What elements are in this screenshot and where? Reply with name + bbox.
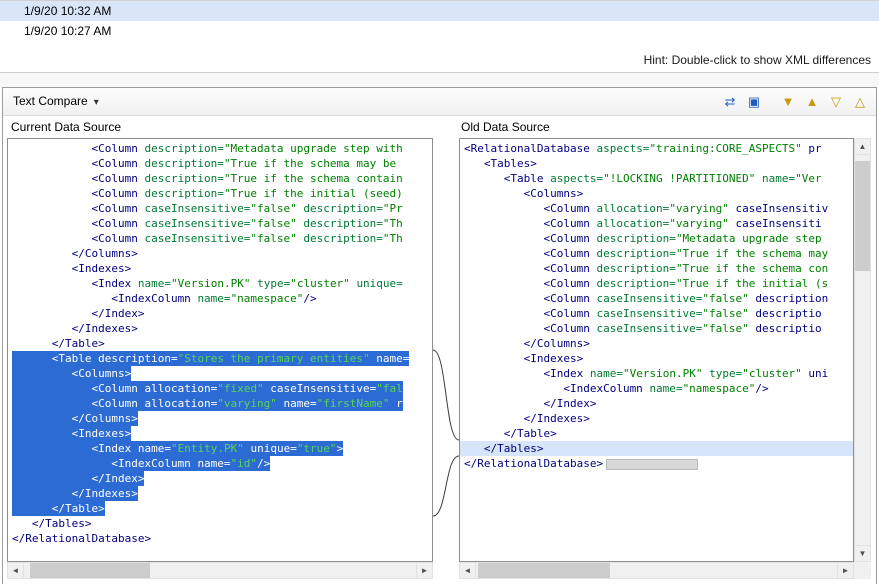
history-list: 1/9/20 10:32 AM 1/9/20 10:27 AM	[0, 1, 879, 41]
left-pane-title: Current Data Source	[11, 120, 121, 134]
pane-headers: Current Data Source Old Data Source	[3, 116, 876, 138]
swap-left-right-icon: ⇄	[725, 94, 736, 109]
code-line: <Column description="Metadata upgrade st…	[12, 141, 432, 156]
code-line: <Column caseInsensitive="false" descript…	[12, 216, 432, 231]
next-change-button[interactable]: ▽	[824, 91, 848, 113]
previous-difference-icon: ▲	[806, 94, 819, 109]
history-row[interactable]: 1/9/20 10:27 AM	[0, 21, 879, 41]
code-line: <Index name="Entity.PK" unique="true">	[12, 441, 432, 456]
code-line: <Indexes>	[12, 426, 432, 441]
compare-editor-window: 1/9/20 10:32 AM 1/9/20 10:27 AM Hint: Do…	[0, 0, 879, 584]
code-line: <Indexes>	[12, 261, 432, 276]
code-line: <Column allocation="fixed" caseInsensiti…	[12, 381, 432, 396]
scroll-left-icon[interactable]: ◄	[8, 563, 24, 578]
code-line: </Table>	[464, 426, 853, 441]
code-line: </RelationalDatabase>	[12, 531, 432, 546]
next-difference-icon: ▼	[782, 94, 795, 109]
code-line: <RelationalDatabase aspects="training:CO…	[464, 141, 853, 156]
previous-change-button[interactable]: △	[848, 91, 872, 113]
code-line: </Table>	[12, 336, 432, 351]
code-line: </Indexes>	[12, 486, 432, 501]
code-line: <IndexColumn name="id"/>	[12, 456, 432, 471]
code-line: </Index>	[12, 471, 432, 486]
code-line: <Column description="True if the initial…	[464, 276, 853, 291]
copy-all-right-to-left-icon: ▣	[748, 94, 760, 109]
code-line: <Column description="Metadata upgrade st…	[464, 231, 853, 246]
scrollbar-corner	[854, 562, 871, 579]
copy-all-right-to-left-button[interactable]: ▣	[742, 91, 766, 113]
code-line: </Indexes>	[464, 411, 853, 426]
compare-viewer: Text Compare ▾ ⇄ ▣ ▼ ▲ ▽ △ Current Data Source…	[2, 87, 877, 584]
code-line: <IndexColumn name="namespace"/>	[464, 381, 853, 396]
hint-text: Hint: Double-click to show XML differenc…	[644, 53, 871, 67]
right-pane-title: Old Data Source	[461, 120, 550, 134]
code-line: <Columns>	[464, 186, 853, 201]
code-line: <Column allocation="varying" caseInsensi…	[464, 216, 853, 231]
code-line: <Column description="True if the schema …	[12, 156, 432, 171]
history-timestamp: 1/9/20 10:32 AM	[24, 4, 111, 18]
code-line: <Table aspects="!LOCKING !PARTITIONED" n…	[464, 171, 853, 186]
compare-toolbar-buttons: ⇄ ▣ ▼ ▲ ▽ △	[718, 90, 872, 114]
compare-mode-label: Text Compare	[13, 94, 88, 108]
code-line: <Column description="True if the initial…	[12, 186, 432, 201]
right-horizontal-scrollbar-thumb[interactable]	[478, 563, 610, 578]
code-line: <IndexColumn name="namespace"/>	[12, 291, 432, 306]
code-line: <Column caseInsensitive="false" descript…	[12, 231, 432, 246]
next-difference-button[interactable]: ▼	[776, 91, 800, 113]
left-pane-code[interactable]: <Column description="Metadata upgrade st…	[7, 138, 433, 562]
diff-connector-gutter	[433, 138, 459, 562]
diff-connector-curves	[433, 138, 459, 562]
code-line: </Indexes>	[12, 321, 432, 336]
code-line: <Indexes>	[464, 351, 853, 366]
scroll-right-icon[interactable]: ►	[416, 563, 432, 578]
vertical-scrollbar-thumb[interactable]	[855, 161, 870, 271]
code-line: </Tables>	[460, 441, 853, 456]
next-change-icon: ▽	[831, 94, 841, 109]
scroll-up-icon[interactable]: ▲	[855, 139, 870, 155]
compare-mode-dropdown[interactable]: Text Compare ▾	[13, 94, 99, 108]
code-line: </Index>	[12, 306, 432, 321]
code-line: <Column description="True if the schema …	[464, 261, 853, 276]
code-line: </Tables>	[12, 516, 432, 531]
code-line: <Columns>	[12, 366, 432, 381]
code-line: <Column caseInsensitive="false" descript…	[464, 291, 853, 306]
code-line: <Column caseInsensitive="false" descript…	[12, 201, 432, 216]
scroll-down-icon[interactable]: ▼	[855, 545, 870, 561]
code-line: <Column caseInsensitive="false" descript…	[464, 306, 853, 321]
section-divider	[0, 73, 879, 87]
chevron-down-icon: ▾	[94, 97, 99, 108]
right-pane-code[interactable]: <RelationalDatabase aspects="training:CO…	[459, 138, 854, 562]
code-line: </RelationalDatabase>	[464, 456, 853, 471]
swap-left-right-button[interactable]: ⇄	[718, 91, 742, 113]
code-line: <Tables>	[464, 156, 853, 171]
code-line: <Index name="Version.PK" type="cluster" …	[464, 366, 853, 381]
history-row[interactable]: 1/9/20 10:32 AM	[0, 1, 879, 21]
code-line: </Columns>	[464, 336, 853, 351]
vertical-scrollbar[interactable]: ▲ ▼	[854, 138, 871, 562]
history-timestamp: 1/9/20 10:27 AM	[24, 24, 111, 38]
empty-range-marker	[606, 459, 698, 470]
code-line: <Column allocation="varying" caseInsensi…	[464, 201, 853, 216]
hint-bar: Hint: Double-click to show XML differenc…	[0, 41, 879, 73]
previous-difference-button[interactable]: ▲	[800, 91, 824, 113]
previous-change-icon: △	[855, 94, 865, 109]
code-line: <Column caseInsensitive="false" descript…	[464, 321, 853, 336]
code-line: </Columns>	[12, 246, 432, 261]
code-line: <Column allocation="varying" name="first…	[12, 396, 432, 411]
code-line: <Column description="True if the schema …	[12, 171, 432, 186]
right-horizontal-scrollbar[interactable]: ◄ ►	[459, 562, 854, 579]
code-line: </Index>	[464, 396, 853, 411]
code-line: <Table description="Stores the primary e…	[12, 351, 432, 366]
code-line: </Table>	[12, 501, 432, 516]
code-line: <Index name="Version.PK" type="cluster" …	[12, 276, 432, 291]
left-horizontal-scrollbar[interactable]: ◄ ►	[7, 562, 433, 579]
left-horizontal-scrollbar-thumb[interactable]	[30, 563, 150, 578]
compare-toolbar: Text Compare ▾ ⇄ ▣ ▼ ▲ ▽ △	[3, 88, 876, 116]
scroll-right-icon[interactable]: ►	[837, 563, 853, 578]
code-line: </Columns>	[12, 411, 432, 426]
code-line: <Column description="True if the schema …	[464, 246, 853, 261]
scroll-left-icon[interactable]: ◄	[460, 563, 476, 578]
